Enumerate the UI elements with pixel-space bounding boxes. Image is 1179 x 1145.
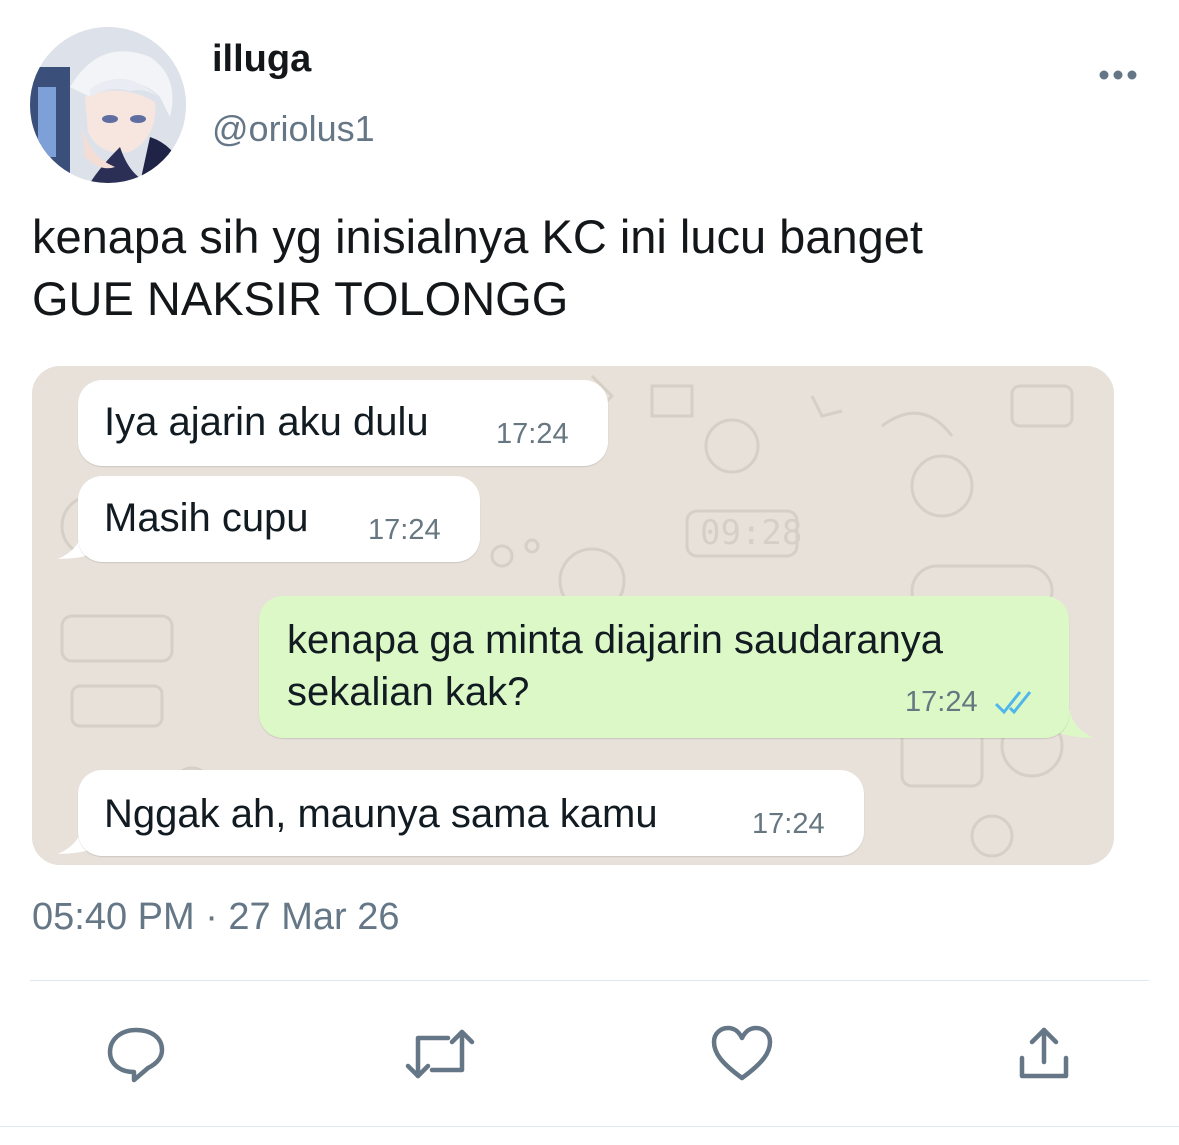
divider	[30, 980, 1149, 981]
chat-message-time: 17:24	[752, 808, 825, 840]
read-receipt-icon	[994, 691, 1032, 715]
share-icon[interactable]	[1012, 1024, 1076, 1084]
chat-message-time: 17:24	[496, 418, 569, 450]
heart-icon[interactable]	[710, 1024, 774, 1084]
avatar[interactable]	[30, 27, 186, 183]
chat-message-text: kenapa ga minta diajarin saudaranya seka…	[287, 618, 943, 714]
chat-message-text: Nggak ah, maunya sama kamu	[104, 792, 658, 836]
chat-message-text: Masih cupu	[104, 496, 309, 540]
chat-message-time: 17:24	[368, 514, 441, 546]
wallpaper-doodle-clock: 09:28	[700, 513, 802, 553]
tweet-text: kenapa sih yg inisialnya KC ini lucu ban…	[32, 210, 923, 325]
display-name[interactable]: illuga	[212, 38, 311, 81]
chat-message-time: 17:24	[905, 686, 978, 718]
chat-bubble-incoming: Nggak ah, maunya sama kamu 17:24	[78, 770, 864, 856]
reply-icon[interactable]	[104, 1024, 168, 1084]
retweet-icon[interactable]	[404, 1024, 475, 1084]
more-options-icon[interactable]	[1088, 58, 1148, 92]
tweet-timestamp[interactable]: 05:40 PM · 27 Mar 26	[32, 896, 400, 939]
user-handle[interactable]: @oriolus1	[212, 108, 375, 150]
chat-bubble-outgoing: kenapa ga minta diajarin saudaranya seka…	[259, 596, 1069, 738]
tweet-media-image[interactable]: 09:28 Iya ajarin aku dulu 17:24 Masih cu…	[32, 366, 1114, 865]
chat-message-text: Iya ajarin aku dulu	[104, 400, 429, 444]
chat-bubble-incoming: Masih cupu 17:24	[78, 476, 480, 562]
avatar-image	[30, 27, 186, 183]
bottom-divider	[0, 1126, 1179, 1127]
chat-bubble-incoming: Iya ajarin aku dulu 17:24	[78, 380, 608, 466]
